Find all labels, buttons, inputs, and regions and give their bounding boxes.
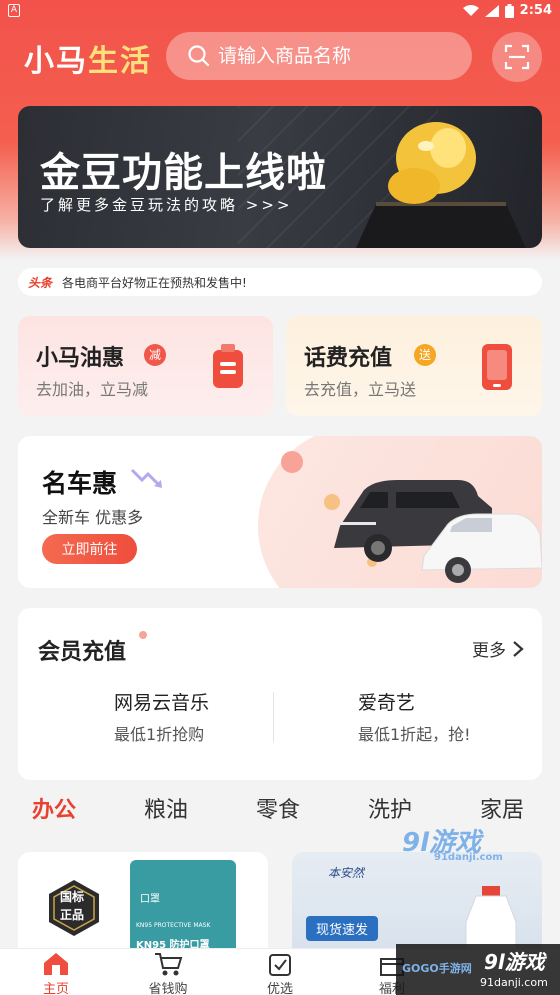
tab-wash-care[interactable]: 洗护 bbox=[368, 792, 412, 824]
chevron-right-icon bbox=[513, 640, 524, 657]
promo-banner[interactable]: 金豆功能上线啦 了解更多金豆玩法的攻略 >>> bbox=[18, 106, 542, 248]
mask-package: 口罩 KN95 PROTECTIVE MASK KN95 防护口罩 bbox=[130, 860, 236, 962]
recharge-card-badge: 送 bbox=[414, 344, 436, 366]
gold-bean-icon bbox=[356, 122, 526, 248]
mask-package-brand: 口罩 bbox=[140, 894, 160, 905]
badge-text-bottom: 正品 bbox=[60, 908, 85, 922]
fuel-card-title: 小马油惠 bbox=[36, 346, 125, 371]
member-divider bbox=[273, 692, 274, 742]
nav-label: 主页 bbox=[42, 982, 69, 995]
more-link[interactable]: 更多 bbox=[472, 636, 524, 661]
app-title: 小马生活 bbox=[24, 36, 152, 80]
member-item-netease[interactable]: 网易云音乐 最低1折抢购 bbox=[114, 688, 364, 745]
phone-icon bbox=[482, 344, 512, 390]
scan-icon bbox=[504, 44, 530, 70]
watermark-url: 91danji.com bbox=[434, 852, 503, 863]
status-bar: A 2:54 bbox=[0, 0, 560, 24]
product-tag: 现货速发 bbox=[306, 916, 379, 941]
bag-icon bbox=[269, 954, 291, 976]
fuel-card-badge: 减 bbox=[144, 344, 166, 366]
banner-subtitle: 了解更多金豆玩法的攻略 >>> bbox=[40, 196, 293, 214]
member-item-iqiyi[interactable]: 爱奇艺 最低1折起，抢! bbox=[358, 688, 560, 745]
member-item-desc: 最低1折抢购 bbox=[114, 725, 205, 744]
member-item-name: 爱奇艺 bbox=[358, 692, 416, 714]
search-input[interactable] bbox=[218, 45, 458, 67]
member-title: 会员充值 bbox=[38, 640, 127, 665]
news-text: 各电商平台好物正在预热和发售中! bbox=[62, 275, 247, 290]
app-title-part1: 小马 bbox=[24, 44, 88, 79]
watermark-url-bottom: 91danji.com bbox=[480, 976, 548, 989]
car-card-subtitle: 全新车 优惠多 bbox=[42, 508, 144, 527]
member-recharge-card: 会员充值 更多 网易云音乐 最低1折抢购 爱奇艺 最低1折起，抢! bbox=[18, 608, 542, 780]
recharge-card-subtitle: 去充值，立马送 bbox=[304, 380, 417, 399]
watermark-gogo: GOGO手游网 bbox=[402, 962, 472, 975]
banner-title: 金豆功能上线啦 bbox=[40, 150, 327, 196]
go-now-button[interactable]: 立即前往 bbox=[42, 534, 137, 564]
product-brand: 本安然 bbox=[328, 866, 365, 880]
phone-recharge-card[interactable]: 话费充值 送 去充值，立马送 bbox=[286, 316, 542, 416]
app-title-part2: 生活 bbox=[88, 44, 152, 79]
search-icon bbox=[188, 45, 210, 67]
mask-package-line1: KN95 PROTECTIVE MASK bbox=[136, 922, 211, 929]
recharge-card-title: 话费充值 bbox=[304, 346, 393, 371]
scan-button[interactable] bbox=[492, 32, 542, 82]
nav-home[interactable]: 主页 bbox=[16, 949, 96, 995]
fuel-can-icon bbox=[213, 344, 243, 388]
product-card-mask[interactable]: 国标 正品 口罩 KN95 PROTECTIVE MASK KN95 防护口罩 bbox=[18, 852, 268, 962]
more-label: 更多 bbox=[472, 641, 506, 661]
car-promo-card[interactable]: 名车惠 全新车 优惠多 立即前往 bbox=[18, 436, 542, 588]
cart-icon bbox=[155, 953, 183, 976]
nav-label: 优选 bbox=[266, 982, 293, 995]
tab-home[interactable]: 家居 bbox=[480, 792, 524, 824]
news-tag: 头条 bbox=[28, 275, 53, 290]
nav-save[interactable]: 省钱购 bbox=[128, 949, 208, 995]
notification-icon: A bbox=[8, 4, 20, 17]
wifi-icon bbox=[462, 4, 479, 16]
car-illustration bbox=[281, 451, 542, 583]
member-item-desc: 最低1折起，抢! bbox=[358, 725, 471, 744]
status-time: 2:54 bbox=[519, 3, 552, 18]
trend-arrow-icon bbox=[130, 468, 162, 488]
badge-text-top: 国标 bbox=[60, 890, 85, 904]
car-card-title: 名车惠 bbox=[42, 469, 118, 498]
tab-office[interactable]: 办公 bbox=[32, 792, 76, 824]
signal-icon bbox=[484, 4, 499, 17]
status-icons: 2:54 bbox=[462, 3, 552, 18]
fuel-card-subtitle: 去加油，立马减 bbox=[36, 380, 149, 399]
news-ticker[interactable]: 头条 各电商平台好物正在预热和发售中! bbox=[18, 268, 542, 296]
nav-selected[interactable]: 优选 bbox=[240, 949, 320, 995]
member-item-name: 网易云音乐 bbox=[114, 692, 210, 714]
tab-grain-oil[interactable]: 粮油 bbox=[144, 792, 188, 824]
tab-snacks[interactable]: 零食 bbox=[256, 792, 300, 824]
sparkle-icon bbox=[139, 631, 147, 639]
search-bar[interactable] bbox=[166, 32, 472, 80]
fuel-discount-card[interactable]: 小马油惠 减 去加油，立马减 bbox=[18, 316, 273, 416]
nav-label: 省钱购 bbox=[148, 982, 188, 995]
watermark-overlay: GOGO手游网 9l游戏 91danji.com bbox=[396, 944, 560, 995]
battery-icon bbox=[504, 3, 514, 18]
watermark-logo-bottom: 9l游戏 bbox=[484, 950, 545, 974]
home-icon bbox=[44, 953, 68, 975]
